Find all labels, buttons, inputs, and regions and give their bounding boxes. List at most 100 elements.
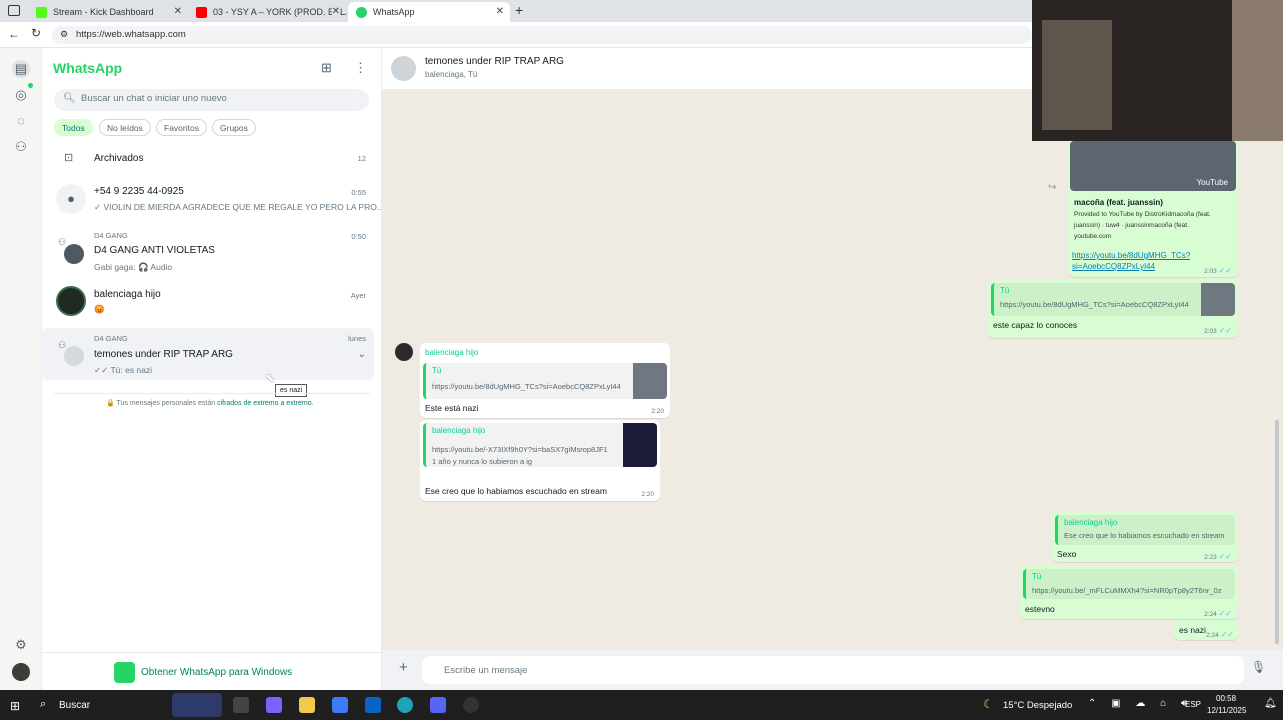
discord-icon[interactable] — [430, 697, 446, 713]
tray-icons[interactable]: ⌃ ▣ ☁ ⌂ 🔊︎ — [1088, 698, 1193, 709]
whatsapp-nav-rail: ▤ ◎ ◌ ⚇ ⚙ — [0, 48, 42, 690]
quoted-text: 1 año y nunca lo subieron a ig — [432, 457, 533, 466]
chat-list-panel: WhatsApp ⊞ ⋮ 🔍︎ Buscar un chat o iniciar… — [42, 48, 384, 690]
attach-icon[interactable]: + — [399, 659, 408, 676]
chats-icon[interactable]: ▤ — [12, 60, 30, 78]
message-text: Sexo — [1057, 549, 1077, 559]
message-bubble-out: balenciaga hijo Ese creo que lo habiamos… — [1052, 512, 1238, 562]
message-time: 2:03 ✓✓ — [1204, 266, 1232, 275]
tab-youtube[interactable]: 03 - YSY A – YORK (PROD. EVLAY ✕ — [188, 2, 346, 22]
message-text: Ese creo que lo habiamos escuchado en st… — [425, 486, 607, 496]
footer-divider — [42, 652, 382, 653]
message-bubble-out: Tú https://youtu.be/_mFLCuMMXh4?si=NR0pT… — [1020, 566, 1238, 619]
menu-icon[interactable]: ⋮ — [354, 60, 367, 76]
search-input[interactable]: 🔍︎ Buscar un chat o iniciar uno nuevo — [54, 89, 369, 111]
close-tab-icon[interactable]: ✕ — [174, 6, 182, 17]
microphone-icon[interactable]: 🎙︎ — [1251, 660, 1266, 674]
chat-title: +54 9 2235 44-0925 — [94, 186, 184, 197]
conversation-title: temones under RIP TRAP ARG — [425, 56, 564, 67]
forward-icon[interactable]: ↪ — [1048, 182, 1056, 193]
weather-text[interactable]: 15°C Despejado — [1003, 700, 1072, 711]
quoted-message[interactable]: Tú https://youtu.be/8dUgMHG_TCs?si=Aoebc… — [991, 283, 1235, 316]
obs-icon[interactable] — [463, 697, 479, 713]
filter-todos[interactable]: Todos — [54, 119, 93, 136]
new-tab-icon[interactable]: + — [515, 2, 523, 18]
kick-icon — [36, 6, 47, 18]
search-placeholder: Buscar un chat o iniciar uno nuevo — [81, 93, 227, 104]
copilot-icon[interactable] — [266, 697, 282, 713]
status-icon[interactable]: ◎ — [12, 86, 30, 104]
quoted-message[interactable]: balenciaga hijo https://youtu.be/-X73IXf… — [423, 423, 657, 467]
clock-date[interactable]: 12/11/2025 — [1207, 706, 1246, 715]
widget-image[interactable] — [172, 693, 222, 717]
quoted-text: https://youtu.be/-X73IXf9h0Y?si=baSX7giM… — [432, 445, 608, 454]
tab-whatsapp[interactable]: WhatsApp ✕ — [348, 2, 510, 22]
tab-label: Stream - Kick Dashboard — [53, 7, 154, 17]
chevron-down-icon[interactable]: ⌄ — [358, 349, 366, 360]
chat-row[interactable]: balenciaga hijo 😡 Ayer — [42, 284, 382, 322]
outlook-icon[interactable] — [365, 697, 381, 713]
communities-icon[interactable]: ⚇ — [12, 138, 30, 156]
chat-row-selected[interactable]: D4 GANG ⚇ temones under RIP TRAP ARG ✓✓ … — [42, 328, 374, 380]
close-tab-icon[interactable]: ✕ — [331, 6, 340, 17]
task-view-icon[interactable] — [233, 697, 249, 713]
conversation-header[interactable]: temones under RIP TRAP ARG balenciaga, T… — [382, 48, 1032, 90]
quoted-sender: balenciaga hijo — [1064, 518, 1118, 527]
filter-grupos[interactable]: Grupos — [212, 119, 256, 136]
start-icon[interactable]: ⊞ — [10, 699, 20, 713]
message-area[interactable]: YouTube macoña (feat. juanssin) Provided… — [382, 90, 1283, 650]
browser-menu-icon[interactable] — [8, 5, 20, 16]
chat-row[interactable]: ● +54 9 2235 44-0925 ✓ VIOLIN DE MIERDA … — [42, 180, 384, 216]
back-icon[interactable]: ← — [8, 27, 20, 41]
quoted-message[interactable]: Tú https://youtu.be/_mFLCuMMXh4?si=NR0pT… — [1023, 569, 1235, 599]
message-input[interactable]: Escribe un mensaje — [422, 656, 1244, 684]
search-icon: 🔍︎ — [63, 93, 76, 104]
chat-group-label: D4 GANG — [94, 334, 128, 343]
encryption-link[interactable]: cifrados de extremo a extremo — [217, 400, 312, 407]
group-avatar — [64, 346, 84, 366]
file-explorer-icon[interactable] — [299, 697, 315, 713]
quoted-thumbnail — [623, 423, 657, 467]
quoted-message[interactable]: Tú https://youtu.be/8dUgMHG_TCs?si=Aoebc… — [423, 363, 667, 399]
archived-row[interactable]: ⊡ Archivados 12 — [42, 148, 382, 170]
message-text: estevno — [1025, 604, 1055, 614]
tab-kick[interactable]: Stream - Kick Dashboard ✕ — [28, 2, 188, 22]
taskbar-search-label[interactable]: Buscar — [59, 700, 90, 711]
quoted-text: Ese creo que lo habiamos escuchado en st… — [1064, 531, 1225, 540]
filter-favoritos[interactable]: Favoritos — [156, 119, 207, 136]
url-field[interactable]: ⚙ https://web.whatsapp.com — [52, 26, 1032, 44]
message-bubble-out: es nazi 2:24 ✓✓ — [1174, 620, 1238, 640]
group-avatar — [391, 56, 416, 81]
language-indicator[interactable]: ESP — [1185, 700, 1201, 709]
quoted-sender: Tú — [1000, 286, 1010, 295]
video-thumbnail[interactable]: YouTube — [1070, 141, 1236, 191]
reload-icon[interactable]: ↻ — [31, 26, 41, 40]
get-app-link[interactable]: Obtener WhatsApp para Windows — [114, 662, 292, 683]
store-icon[interactable] — [332, 697, 348, 713]
site-info-icon[interactable]: ⚙ — [60, 29, 68, 40]
read-ticks-icon: ✓✓ — [1218, 326, 1232, 335]
message-link[interactable]: https://youtu.be/8dUgMHG_TCs? — [1072, 251, 1190, 260]
message-time: 2:03 ✓✓ — [1204, 326, 1232, 335]
quoted-sender: Tú — [432, 366, 442, 375]
filter-no-leidos[interactable]: No leídos — [99, 119, 151, 136]
youtube-badge: YouTube — [1196, 178, 1228, 187]
message-text: este capaz lo conoces — [993, 320, 1078, 330]
moon-icon: ☾ — [983, 697, 994, 711]
scrollbar[interactable] — [1275, 420, 1279, 644]
notification-icon[interactable]: 🔔︎ — [1264, 698, 1277, 709]
new-chat-icon[interactable]: ⊞ — [321, 60, 332, 76]
message-input-placeholder: Escribe un mensaje — [444, 665, 528, 676]
quoted-sender: balenciaga hijo — [432, 426, 486, 435]
chat-title: D4 GANG ANTI VIOLETAS — [94, 245, 215, 256]
profile-avatar[interactable] — [12, 663, 30, 681]
quoted-message[interactable]: balenciaga hijo Ese creo que lo habiamos… — [1055, 515, 1235, 545]
taskbar-search-icon[interactable]: ⌕ — [40, 698, 46, 711]
message-link[interactable]: si=AoebcCQ8ZPxLyI44 — [1072, 262, 1155, 271]
edge-icon[interactable] — [397, 697, 413, 713]
settings-icon[interactable]: ⚙ — [12, 636, 30, 654]
chat-row[interactable]: D4 GANG ⚇ D4 GANG ANTI VIOLETAS Gabi gag… — [42, 228, 382, 276]
clock-time[interactable]: 00:58 — [1216, 694, 1236, 703]
close-tab-icon[interactable]: ✕ — [496, 6, 504, 17]
channels-icon[interactable]: ◌ — [12, 112, 30, 130]
